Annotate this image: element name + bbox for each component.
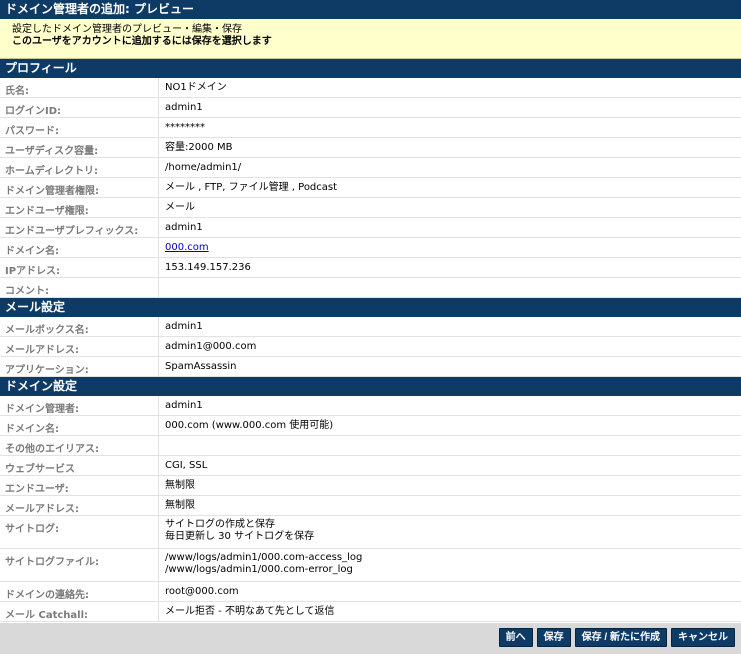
mail-section-header: メール設定 xyxy=(0,298,741,317)
row-mail-address: メールアドレス: admin1@000.com xyxy=(0,337,741,357)
label-domain-contact: ドメインの連絡先: xyxy=(0,582,159,601)
label-enduser-prefix: エンドユーザプレフィックス: xyxy=(0,218,159,237)
value-mail-catchall: メール拒否 - 不明なあて先として返信 xyxy=(165,606,335,617)
label-domain-name: ドメイン名: xyxy=(0,238,159,257)
row-domain-name: ドメイン名: 000.com xyxy=(0,238,741,258)
row-domain-contact: ドメインの連絡先: root@000.com xyxy=(0,582,741,602)
value-application: SpamAssassin xyxy=(165,361,237,372)
button-group: 前へ 保存 保存 / 新たに作成 キャンセル xyxy=(498,628,735,647)
label-mailbox-name: メールボックス名: xyxy=(0,317,159,336)
value-mail-addresses: 無制限 xyxy=(165,500,195,511)
value-disk-quota: 容量:2000 MB xyxy=(165,142,233,153)
back-button[interactable]: 前へ xyxy=(498,628,533,647)
row-domain-admin: ドメイン管理者: admin1 xyxy=(0,396,741,416)
info-line-1: 設定したドメイン管理者のプレビュー・編集・保存 xyxy=(12,24,242,35)
info-line-2: このユーザをアカウントに追加するには保存を選択します xyxy=(12,36,272,47)
label-other-aliases: その他のエイリアス: xyxy=(0,436,159,455)
row-home-directory: ホームディレクトリ: /home/admin1/ xyxy=(0,158,741,178)
profile-section-header: プロフィール xyxy=(0,59,741,78)
label-site-log: サイトログ: xyxy=(0,516,159,548)
row-end-users: エンドユーザ: 無制限 xyxy=(0,476,741,496)
label-mail-addresses: メールアドレス: xyxy=(0,496,159,515)
label-name: 氏名: xyxy=(0,78,159,97)
row-ip-address: IPアドレス: 153.149.157.236 xyxy=(0,258,741,278)
mail-section: メールボックス名: admin1 メールアドレス: admin1@000.com… xyxy=(0,317,741,377)
row-other-aliases: その他のエイリアス: xyxy=(0,436,741,456)
value-password: ******** xyxy=(165,122,205,133)
value-enduser-prefix: admin1 xyxy=(165,222,203,233)
value-site-log: サイトログの作成と保存 毎日更新し 30 サイトログを保存 xyxy=(159,516,314,548)
label-domain-admin: ドメイン管理者: xyxy=(0,396,159,415)
label-site-log-files: サイトログファイル: xyxy=(0,549,159,581)
cancel-button[interactable]: キャンセル xyxy=(671,628,735,647)
value-site-log-files: /www/logs/admin1/000.com-access_log /www… xyxy=(159,549,362,581)
value-home-directory: /home/admin1/ xyxy=(165,162,242,173)
label-login-id: ログインID: xyxy=(0,98,159,117)
row-password: パスワード: ******** xyxy=(0,118,741,138)
label-domain-name-2: ドメイン名: xyxy=(0,416,159,435)
value-enduser-privileges: メール xyxy=(165,202,195,213)
row-enduser-privileges: エンドユーザ権限: メール xyxy=(0,198,741,218)
page-title: ドメイン管理者の追加: プレビュー xyxy=(0,0,741,19)
row-domain-name-2: ドメイン名: 000.com (www.000.com 使用可能) xyxy=(0,416,741,436)
row-comment: コメント: xyxy=(0,278,741,298)
row-mail-catchall: メール Catchall: メール拒否 - 不明なあて先として返信 xyxy=(0,602,741,622)
label-mail-address: メールアドレス: xyxy=(0,337,159,356)
access-log-path: /www/logs/admin1/000.com-access_log xyxy=(165,552,363,563)
label-home-directory: ホームディレクトリ: xyxy=(0,158,159,177)
site-log-line-2: 毎日更新し 30 サイトログを保存 xyxy=(165,531,315,542)
label-end-users: エンドユーザ: xyxy=(0,476,159,495)
row-application: アプリケーション: SpamAssassin xyxy=(0,357,741,377)
value-ip-address: 153.149.157.236 xyxy=(165,262,251,273)
row-site-log-files: サイトログファイル: /www/logs/admin1/000.com-acce… xyxy=(0,549,741,582)
row-disk-quota: ユーザディスク容量: 容量:2000 MB xyxy=(0,138,741,158)
label-disk-quota: ユーザディスク容量: xyxy=(0,138,159,157)
value-end-users: 無制限 xyxy=(165,480,195,491)
row-login-id: ログインID: admin1 xyxy=(0,98,741,118)
row-site-log: サイトログ: サイトログの作成と保存 毎日更新し 30 サイトログを保存 xyxy=(0,516,741,549)
label-admin-privileges: ドメイン管理者権限: xyxy=(0,178,159,197)
row-name: 氏名: NO1ドメイン xyxy=(0,78,741,98)
value-mailbox-name: admin1 xyxy=(165,321,203,332)
value-domain-contact: root@000.com xyxy=(165,586,239,597)
info-box: 設定したドメイン管理者のプレビュー・編集・保存 このユーザをアカウントに追加する… xyxy=(0,19,741,59)
domain-link[interactable]: 000.com xyxy=(165,242,209,253)
value-domain-name-2: 000.com (www.000.com 使用可能) xyxy=(165,420,334,431)
value-mail-address: admin1@000.com xyxy=(165,341,257,352)
profile-section: 氏名: NO1ドメイン ログインID: admin1 パスワード: ******… xyxy=(0,78,741,298)
row-mail-addresses: メールアドレス: 無制限 xyxy=(0,496,741,516)
error-log-path: /www/logs/admin1/000.com-error_log xyxy=(165,564,353,575)
value-comment xyxy=(159,278,165,297)
preview-page: ドメイン管理者の追加: プレビュー 設定したドメイン管理者のプレビュー・編集・保… xyxy=(0,0,741,654)
row-mailbox-name: メールボックス名: admin1 xyxy=(0,317,741,337)
label-application: アプリケーション: xyxy=(0,357,159,376)
label-enduser-privileges: エンドユーザ権限: xyxy=(0,198,159,217)
value-other-aliases xyxy=(159,436,165,455)
row-enduser-prefix: エンドユーザプレフィックス: admin1 xyxy=(0,218,741,238)
label-ip-address: IPアドレス: xyxy=(0,258,159,277)
value-name: NO1ドメイン xyxy=(165,82,227,93)
label-web-services: ウェブサービス xyxy=(0,456,159,475)
save-button[interactable]: 保存 xyxy=(536,628,571,647)
value-domain-name: 000.com xyxy=(159,238,209,257)
row-admin-privileges: ドメイン管理者権限: メール , FTP, ファイル管理 , Podcast xyxy=(0,178,741,198)
domain-section: ドメイン管理者: admin1 ドメイン名: 000.com (www.000.… xyxy=(0,396,741,622)
value-web-services: CGI, SSL xyxy=(165,460,208,471)
value-domain-admin: admin1 xyxy=(165,400,203,411)
row-web-services: ウェブサービス CGI, SSL xyxy=(0,456,741,476)
value-admin-privileges: メール , FTP, ファイル管理 , Podcast xyxy=(165,182,338,193)
label-comment: コメント: xyxy=(0,278,159,297)
footer-bar: 前へ 保存 保存 / 新たに作成 キャンセル xyxy=(0,623,741,654)
value-login-id: admin1 xyxy=(165,102,203,113)
domain-section-header: ドメイン設定 xyxy=(0,377,741,396)
label-mail-catchall: メール Catchall: xyxy=(0,602,159,621)
label-password: パスワード: xyxy=(0,118,159,137)
save-and-new-button[interactable]: 保存 / 新たに作成 xyxy=(574,628,667,647)
site-log-line-1: サイトログの作成と保存 xyxy=(165,519,275,530)
